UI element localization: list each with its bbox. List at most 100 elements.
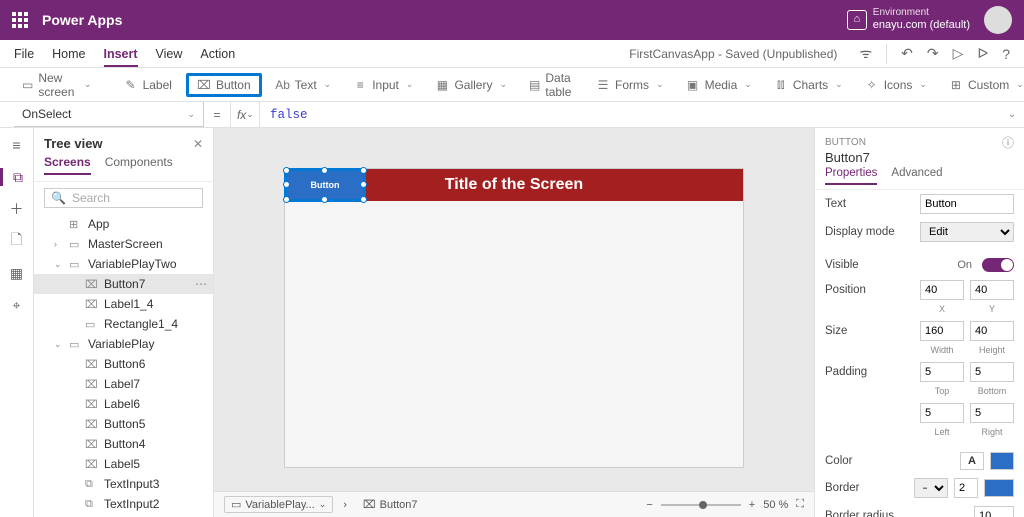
property-select[interactable]: OnSelect⌄	[14, 102, 204, 127]
prop-height-input[interactable]	[970, 321, 1014, 341]
waffle-icon[interactable]	[12, 12, 28, 28]
tree-item[interactable]: ⌧Label6	[34, 394, 213, 414]
tree-item[interactable]: ⌄▭VariablePlayTwo	[34, 254, 213, 274]
prop-x-input[interactable]	[920, 280, 964, 300]
prop-padbottom-input[interactable]	[970, 362, 1014, 382]
text-button[interactable]: AbText⌄	[268, 74, 340, 96]
zoom-slider[interactable]	[661, 504, 741, 506]
tree-item[interactable]: ⌧Label5	[34, 454, 213, 474]
resize-handle[interactable]	[360, 181, 367, 188]
tree-item[interactable]: ⌧Button5	[34, 414, 213, 434]
prop-color-label: Color	[825, 455, 954, 467]
rail-tree-icon[interactable]: ⧉	[0, 168, 33, 186]
button-icon: ⌧	[197, 78, 211, 92]
tree-item[interactable]: ⌄▭VariablePlay	[34, 334, 213, 354]
label-icon: ✎	[124, 78, 138, 92]
prop-y-input[interactable]	[970, 280, 1014, 300]
prop-borderstyle-select[interactable]: —	[914, 478, 948, 498]
zoom-out-icon[interactable]: −	[646, 499, 652, 511]
tree-list: ⊞App›▭MasterScreen⌄▭VariablePlayTwo⌧Butt…	[34, 214, 213, 517]
canvas-screen[interactable]: Title of the Screen Button	[284, 168, 744, 468]
rail-data-icon[interactable]: 🗋	[8, 232, 26, 250]
tree-item[interactable]: ⌧Button6	[34, 354, 213, 374]
info-icon[interactable]: ⓘ	[1002, 134, 1014, 151]
redo-icon[interactable]: ↷	[927, 45, 939, 62]
prop-borderwidth-input[interactable]	[954, 478, 978, 498]
custom-button[interactable]: ⊞Custom⌄	[941, 74, 1024, 96]
resize-handle[interactable]	[360, 167, 367, 174]
prop-bordercolor-swatch[interactable]	[984, 479, 1014, 497]
datatable-button[interactable]: ▤Data table	[521, 67, 582, 103]
icons-button[interactable]: ✧Icons⌄	[857, 74, 935, 96]
rail-hamburger-icon[interactable]: ≡	[8, 136, 26, 154]
zoom-in-icon[interactable]: +	[749, 499, 755, 511]
play-icon[interactable]: ▷	[953, 45, 964, 62]
tree-item[interactable]: ⌧Label7	[34, 374, 213, 394]
prop-padtop-input[interactable]	[920, 362, 964, 382]
tree-tab-components[interactable]: Components	[105, 155, 173, 175]
tree-item[interactable]: ⊞App	[34, 214, 213, 234]
prop-padleft-input[interactable]	[920, 403, 964, 423]
tree-item[interactable]: ⧉TextInput3	[34, 474, 213, 494]
selected-button-control[interactable]: Button	[284, 168, 366, 202]
menu-insert[interactable]: Insert	[104, 47, 138, 67]
charts-button[interactable]: ⫾⫾Charts⌄	[766, 74, 851, 96]
menu-home[interactable]: Home	[52, 47, 85, 61]
resize-handle[interactable]	[283, 196, 290, 203]
prop-displaymode-select[interactable]: Edit	[920, 222, 1014, 242]
resize-handle[interactable]	[321, 196, 328, 203]
breadcrumb-control[interactable]: ⌧Button7	[357, 497, 424, 512]
tree-item[interactable]: ⧉TextInput2	[34, 494, 213, 514]
tree-item[interactable]: ⌧Label1_4	[34, 294, 213, 314]
menu-file[interactable]: File	[14, 47, 34, 61]
help-icon[interactable]: ?	[1002, 46, 1010, 62]
prop-text-input[interactable]	[920, 194, 1014, 214]
gallery-button[interactable]: ▦Gallery⌄	[427, 74, 515, 96]
label-button[interactable]: ✎Label	[116, 74, 180, 96]
button-button[interactable]: ⌧Button	[186, 73, 262, 97]
tree-item[interactable]: ›▭MasterScreen	[34, 234, 213, 254]
breadcrumb-screen[interactable]: ▭VariablePlay...⌄	[224, 496, 333, 513]
forms-icon: ☰	[596, 78, 610, 92]
charts-icon: ⫾⫾	[774, 78, 788, 92]
prop-fillcolor-swatch[interactable]	[990, 452, 1014, 470]
app-checker-icon[interactable]: ᯤ	[859, 44, 872, 63]
menu-view[interactable]: View	[156, 47, 183, 61]
tree-search-input[interactable]: 🔍 Search	[44, 188, 203, 208]
environment-label: Environment	[873, 7, 970, 19]
menu-action[interactable]: Action	[200, 47, 235, 61]
tree-item[interactable]: ▭Rectangle1_4	[34, 314, 213, 334]
resize-handle[interactable]	[283, 181, 290, 188]
prop-padright-input[interactable]	[970, 403, 1014, 423]
prop-width-input[interactable]	[920, 321, 964, 341]
props-tab-advanced[interactable]: Advanced	[891, 167, 942, 185]
tree-item[interactable]: ⌧Button7⋯	[34, 274, 213, 294]
rail-advanced-icon[interactable]: ⌖	[8, 296, 26, 314]
resize-handle[interactable]	[360, 196, 367, 203]
tree-close-icon[interactable]: ✕	[193, 137, 203, 151]
fit-icon[interactable]: ⛶	[796, 498, 804, 511]
undo-icon[interactable]: ↶	[901, 45, 913, 62]
icons-icon: ✧	[865, 78, 879, 92]
share-icon[interactable]: ᐅ	[977, 45, 988, 62]
rail-insert-icon[interactable]: ＋	[8, 200, 26, 218]
props-tab-properties[interactable]: Properties	[825, 167, 877, 185]
resize-handle[interactable]	[283, 167, 290, 174]
formula-expand-icon[interactable]: ⌄	[1000, 102, 1024, 127]
prop-fontcolor-swatch[interactable]: A	[960, 452, 984, 470]
new-screen-button[interactable]: ▭New screen⌄	[14, 67, 100, 103]
tree-tab-screens[interactable]: Screens	[44, 155, 91, 175]
resize-handle[interactable]	[321, 167, 328, 174]
environment-picker[interactable]: ⌂ Environment enayu.com (default)	[847, 7, 970, 32]
input-button[interactable]: ≡Input⌄	[345, 74, 421, 96]
user-avatar[interactable]	[984, 6, 1012, 34]
formula-input[interactable]: false	[260, 102, 1000, 127]
app-title: Power Apps	[42, 12, 122, 28]
prop-position-label: Position	[825, 284, 914, 296]
forms-button[interactable]: ☰Forms⌄	[588, 74, 672, 96]
prop-radius-input[interactable]	[974, 506, 1014, 517]
tree-item[interactable]: ⌧Button4	[34, 434, 213, 454]
media-button[interactable]: ▣Media⌄	[678, 74, 760, 96]
rail-media-icon[interactable]: ▦	[8, 264, 26, 282]
prop-visible-toggle[interactable]	[982, 258, 1014, 272]
